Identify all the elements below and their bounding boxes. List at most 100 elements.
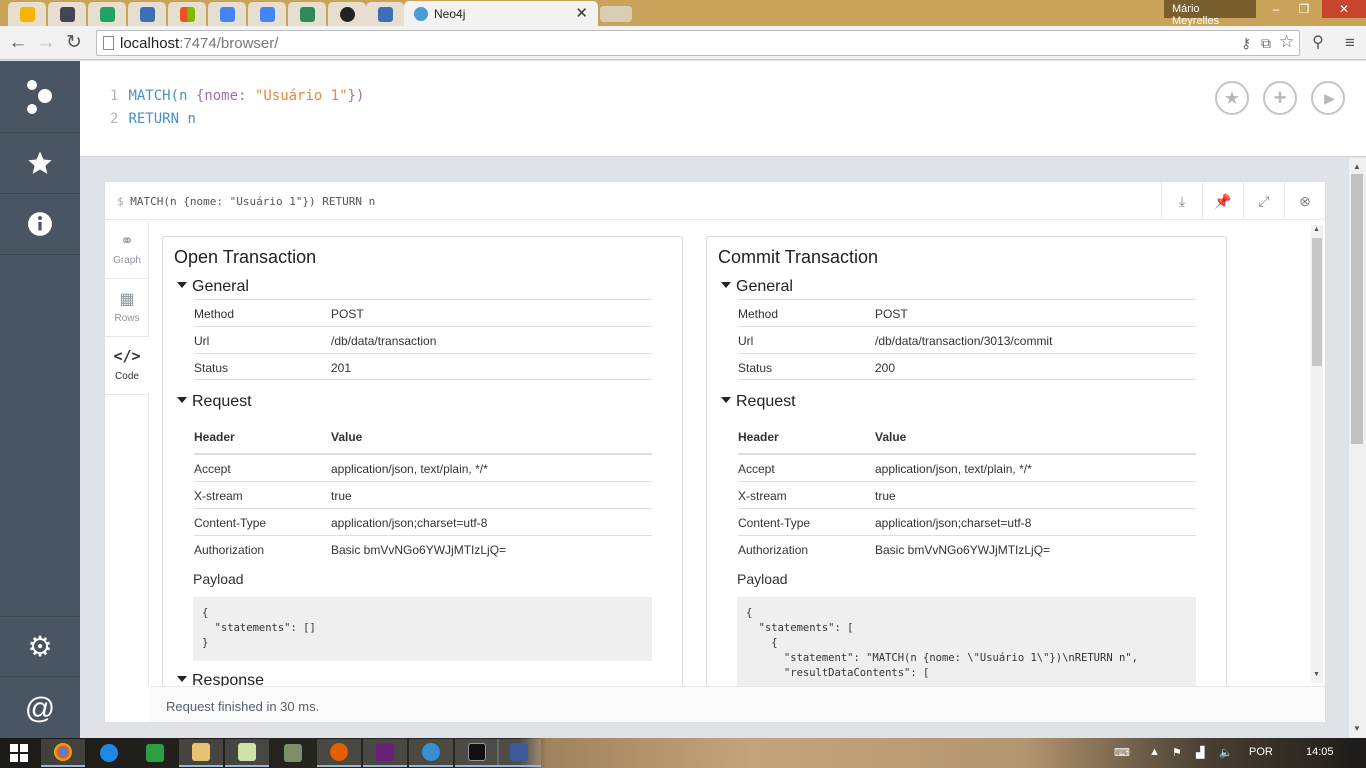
scroll-down-icon[interactable]: ▼: [1313, 671, 1320, 678]
start-button[interactable]: [10, 744, 28, 762]
view-rows[interactable]: ▦ Rows: [105, 279, 149, 337]
sidebar-item-favorites[interactable]: [0, 133, 80, 194]
frame-scrollbar[interactable]: ▲ ▼: [1311, 225, 1323, 683]
clear-editor-button[interactable]: +: [1263, 81, 1297, 115]
taskbar-chrome[interactable]: [41, 739, 85, 767]
row-value: application/json;charset=utf-8: [331, 516, 488, 530]
terminal-icon: [468, 743, 486, 761]
new-tab-button[interactable]: [600, 6, 632, 22]
taskbar-app[interactable]: [497, 739, 541, 767]
address-bar[interactable]: localhost:7474/browser/ ⚷ ⧉ ☆: [96, 30, 1300, 56]
value-col: Value: [875, 430, 907, 444]
code-var: n: [179, 111, 196, 127]
close-tab-icon[interactable]: ✕: [575, 4, 588, 22]
info-icon: [28, 212, 52, 236]
tab-window-2[interactable]: [366, 2, 404, 26]
tab-tools[interactable]: [48, 2, 86, 26]
menu-icon[interactable]: ≡: [1338, 31, 1362, 55]
row-key: Method: [194, 307, 235, 321]
url-text[interactable]: localhost:7474/browser/: [120, 35, 278, 52]
sidebar-item-info[interactable]: [0, 194, 80, 255]
volume-icon[interactable]: 🔈: [1219, 746, 1233, 759]
tab-github[interactable]: [328, 2, 366, 26]
close-window-button[interactable]: ✕: [1322, 0, 1366, 18]
taskbar-tool[interactable]: [271, 739, 315, 767]
page-icon: [103, 36, 114, 50]
taskbar-ie[interactable]: [87, 739, 131, 767]
taskbar-explorer[interactable]: [179, 739, 223, 767]
tab-neo4j[interactable]: Neo4j ✕: [404, 1, 598, 27]
view-code[interactable]: </> Code: [105, 337, 149, 395]
run-query-button[interactable]: ▶: [1311, 81, 1345, 115]
table-row: Method POST: [194, 299, 652, 326]
action-center-icon[interactable]: ⚑: [1172, 746, 1182, 759]
taskbar-neo4j[interactable]: [409, 739, 453, 767]
tab-title: Neo4j: [434, 7, 466, 21]
fullscreen-button[interactable]: ⤢: [1243, 182, 1284, 220]
profile-name[interactable]: Mário Meyrelles: [1164, 0, 1256, 27]
reload-button[interactable]: ↻: [62, 31, 86, 55]
view-graph[interactable]: ⚭ Graph: [105, 221, 149, 279]
close-frame-button[interactable]: ⊗: [1284, 182, 1325, 220]
taskbar-cmd[interactable]: [455, 739, 499, 767]
tab-keep[interactable]: [8, 2, 46, 26]
neo4j-logo[interactable]: [0, 61, 80, 133]
translate-icon[interactable]: ⧉: [1261, 35, 1271, 52]
search-extension-icon[interactable]: ⚲: [1306, 31, 1330, 55]
payload-label: Payload: [737, 571, 788, 587]
keep-icon: [20, 7, 35, 22]
favorite-query-button[interactable]: ★: [1215, 81, 1249, 115]
sidebar-item-about[interactable]: @: [0, 678, 80, 739]
section-label: Request: [192, 393, 252, 410]
signal-icon[interactable]: ▟: [1196, 746, 1204, 759]
row-key: Url: [738, 334, 754, 348]
key-icon[interactable]: ⚷: [1241, 35, 1251, 52]
section-general[interactable]: General: [721, 278, 793, 296]
frame-header: $ MATCH(n {nome: "Usuário 1"}) RETURN n …: [105, 182, 1325, 220]
page-scroll-thumb[interactable]: [1351, 174, 1363, 444]
forward-button[interactable]: →: [34, 31, 58, 55]
tab-windows[interactable]: [168, 2, 206, 26]
table-row: Content-Type application/json;charset=utf…: [194, 508, 652, 535]
row-value: /db/data/transaction/3013/commit: [875, 334, 1053, 348]
frame-scroll-thumb[interactable]: [1312, 238, 1322, 366]
language-indicator[interactable]: POR: [1249, 746, 1273, 758]
section-request[interactable]: Request: [721, 393, 796, 411]
editor-line-1[interactable]: 1 MATCH(n {nome: "Usuário 1"}): [110, 88, 364, 104]
view-label: Rows: [114, 313, 140, 324]
frame-query[interactable]: $ MATCH(n {nome: "Usuário 1"}) RETURN n: [117, 195, 375, 208]
code-colon: :: [238, 88, 255, 104]
view-label: Code: [115, 371, 139, 382]
commit-transaction-panel: Commit Transaction General Method POST Ur…: [706, 236, 1227, 686]
section-request[interactable]: Request: [177, 393, 252, 411]
bookmark-star-icon[interactable]: ☆: [1279, 32, 1294, 52]
section-response[interactable]: Response: [177, 672, 264, 686]
tab-docs-1[interactable]: [208, 2, 246, 26]
taskbar-store[interactable]: [133, 739, 177, 767]
keyboard-icon[interactable]: ⌨: [1114, 746, 1130, 759]
taskbar-vs[interactable]: [363, 739, 407, 767]
scroll-down-icon[interactable]: ▼: [1353, 724, 1361, 733]
minimize-button[interactable]: –: [1262, 0, 1290, 18]
scroll-up-icon[interactable]: ▲: [1313, 226, 1320, 233]
sidebar-item-settings[interactable]: ⚙: [0, 616, 80, 677]
restore-button[interactable]: ❐: [1290, 0, 1318, 18]
scroll-up-icon[interactable]: ▲: [1353, 162, 1361, 171]
page-scrollbar[interactable]: ▲ ▼: [1349, 158, 1366, 738]
back-button[interactable]: ←: [6, 31, 30, 55]
query-editor[interactable]: 1 MATCH(n {nome: "Usuário 1"}) 2 RETURN n …: [80, 61, 1366, 157]
keyword-return: RETURN: [128, 111, 180, 127]
tab-maps[interactable]: [288, 2, 326, 26]
download-button[interactable]: ⤓: [1161, 182, 1202, 220]
editor-line-2[interactable]: 2 RETURN n: [110, 111, 196, 127]
tab-window[interactable]: [128, 2, 166, 26]
table-row: Authorization Basic bmVvNGo6YWJjMTIzLjQ=: [738, 535, 1196, 562]
pin-button[interactable]: 📌: [1202, 182, 1243, 220]
taskbar-notepad[interactable]: [225, 739, 269, 767]
tab-docs-2[interactable]: [248, 2, 286, 26]
clock[interactable]: 14:05: [1306, 746, 1334, 758]
tray-expand-icon[interactable]: ▲: [1149, 746, 1160, 758]
section-general[interactable]: General: [177, 278, 249, 296]
taskbar-firefox[interactable]: [317, 739, 361, 767]
tab-drive[interactable]: [88, 2, 126, 26]
